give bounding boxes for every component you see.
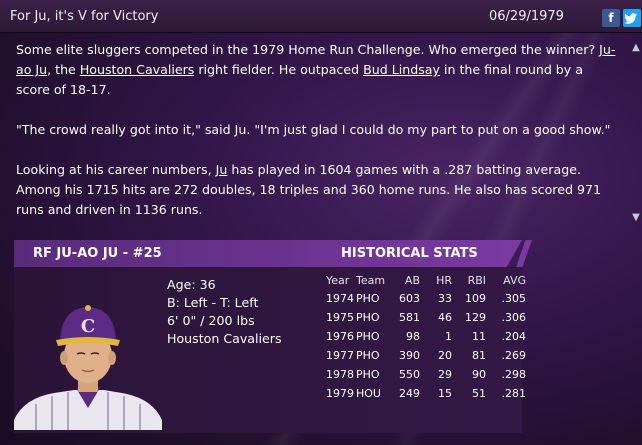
table-row: 1975 PHO 581 46 129 .306 [326,311,526,324]
article-paragraph-1: Some elite sluggers competed in the 1979… [16,42,616,97]
scroll-up-icon[interactable]: ▲ [630,42,642,54]
column-header: Team [356,274,386,287]
article-paragraph-2: "The crowd really got into it," said Ju.… [16,122,611,137]
historical-stats-title: HISTORICAL STATS [341,246,478,261]
team-link[interactable]: Houston Cavaliers [80,62,195,77]
table-row: 1974 PHO 603 33 109 .305 [326,292,526,305]
stats-header-row: Year Team AB HR RBI AVG [326,272,526,289]
player-height-weight: 6' 0" / 200 lbs [167,313,255,328]
player-link-2[interactable]: Ju [216,162,228,177]
scroll-down-icon[interactable]: ▼ [630,212,642,224]
player-team: Houston Cavaliers [167,331,282,346]
player-bats-throws: B: Left - T: Left [167,295,259,310]
column-header: AB [404,274,420,287]
column-header: HR [436,274,452,287]
table-row: 1976 PHO 98 1 11 .204 [326,330,526,343]
column-header: Year [326,274,350,287]
article-paragraph-3: Looking at his career numbers, Ju has pl… [16,162,601,217]
news-window: For Ju, it's V for Victory 06/29/1979 f … [0,0,642,445]
table-row: 1978 PHO 550 29 90 .298 [326,368,526,381]
column-header: AVG [503,274,526,287]
player-name-header: RF JU-AO JU - #25 [33,246,162,261]
player-age: Age: 36 [167,277,216,292]
player-portrait: C [14,300,162,430]
title-bar: For Ju, it's V for Victory 06/29/1979 f [0,0,642,33]
article-body: Some elite sluggers competed in the 1979… [16,40,616,240]
historical-stats-table: Year Team AB HR RBI AVG 1974 PHO 603 33 … [326,272,526,403]
article-title: For Ju, it's V for Victory [10,9,159,24]
player-info: Age: 36 B: Left - T: Left 6' 0" / 200 lb… [167,276,282,348]
table-row: 1979 HOU 249 15 51 .281 [326,387,526,400]
svg-text:C: C [81,316,95,337]
facebook-share-icon[interactable]: f [602,9,620,27]
table-row: 1977 PHO 390 20 81 .269 [326,349,526,362]
article-scrollbar[interactable]: ▲ ▼ [629,40,642,230]
column-header: RBI [467,274,486,287]
twitter-share-icon[interactable] [623,9,641,27]
opponent-link[interactable]: Bud Lindsay [363,62,440,77]
article-date: 06/29/1979 [489,9,564,24]
